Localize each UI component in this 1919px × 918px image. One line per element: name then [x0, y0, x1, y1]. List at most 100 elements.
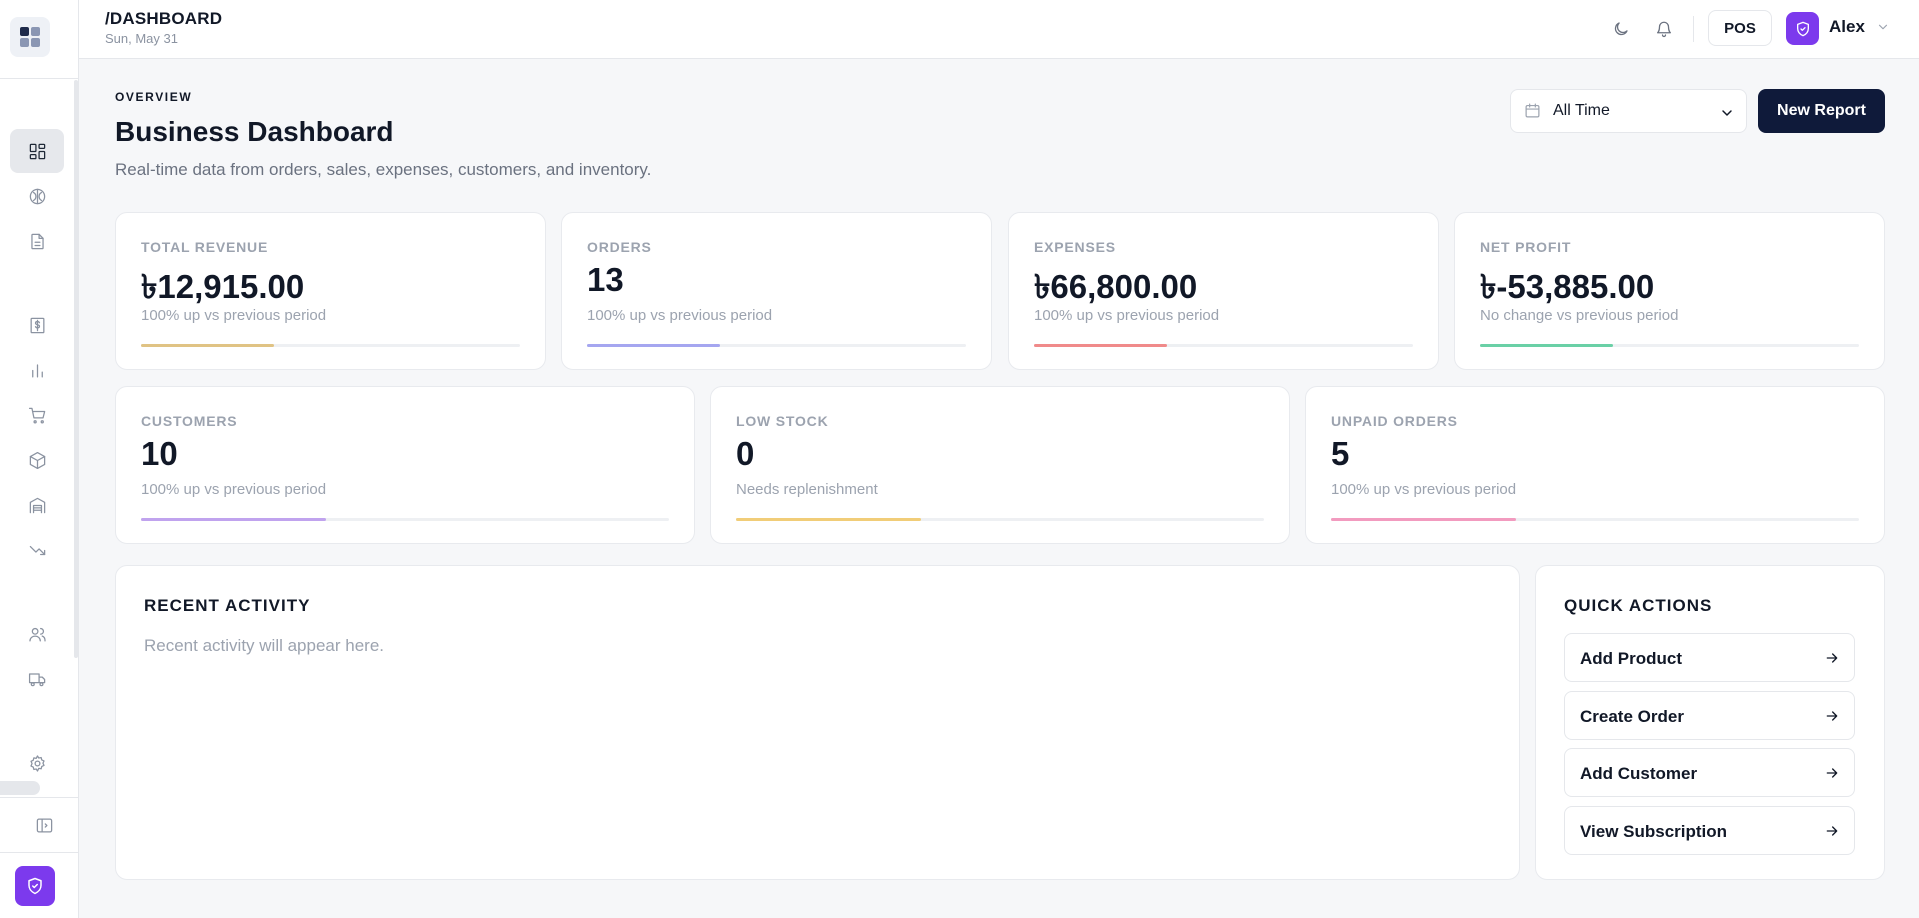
sidebar-divider-footer: [0, 852, 79, 853]
bar-chart-icon: [31, 363, 43, 377]
date-range-select[interactable]: All Time: [1510, 89, 1747, 133]
calendar-icon: [1524, 102, 1541, 124]
new-report-button[interactable]: New Report: [1758, 89, 1885, 133]
arrow-right-icon: [1824, 823, 1840, 844]
topbar: /DASHBOARD Sun, May 31 POS Alex: [79, 0, 1919, 59]
stat-note: 100% up vs previous period: [141, 481, 327, 498]
arrow-right-icon: [1824, 650, 1840, 671]
gear-icon: [29, 754, 45, 772]
quick-action-label: Add Customer: [1580, 764, 1698, 783]
trending-down-icon: [29, 545, 45, 555]
dark-mode-toggle[interactable]: [1608, 16, 1634, 42]
stat-card-net-profit: NET PROFIT ৳-53,885.00 No change vs prev…: [1454, 212, 1885, 370]
sidebar-item-warehouse[interactable]: [10, 483, 64, 527]
add-customer-button[interactable]: Add Customer: [1564, 748, 1855, 797]
stat-label: CUSTOMERS: [141, 413, 238, 429]
brain-icon: [29, 188, 45, 204]
page-subtitle: Real-time data from orders, sales, expen…: [115, 160, 652, 179]
sidebar-divider: [0, 78, 79, 79]
stat-progress: [141, 518, 669, 521]
stat-card-total-revenue: TOTAL REVENUE ৳12,915.00 100% up vs prev…: [115, 212, 546, 370]
sidebar-item-products[interactable]: [10, 438, 64, 482]
sidebar-item-suppliers[interactable]: [10, 657, 64, 701]
moon-icon: [1614, 22, 1628, 36]
user-name[interactable]: Alex: [1829, 17, 1865, 37]
stat-progress-fill: [1331, 518, 1516, 521]
sidebar-item-sales[interactable]: [10, 303, 64, 347]
recent-activity-title: RECENT ACTIVITY: [144, 596, 311, 615]
stat-label: LOW STOCK: [736, 413, 829, 429]
add-product-button[interactable]: Add Product: [1564, 633, 1855, 682]
sidebar-item-settings[interactable]: [10, 741, 64, 785]
stat-progress: [141, 344, 520, 347]
dashboard-icon: [29, 143, 45, 159]
quick-actions-panel: QUICK ACTIONS Add Product Create Order A…: [1535, 565, 1885, 880]
section-overline: OVERVIEW: [115, 90, 193, 104]
sidebar-item-customers[interactable]: [10, 612, 64, 656]
quick-action-label: Add Product: [1580, 649, 1682, 668]
sidebar-collapse-button[interactable]: [17, 803, 71, 847]
dollar-receipt-icon: [30, 317, 44, 333]
create-order-button[interactable]: Create Order: [1564, 691, 1855, 740]
chevron-down-icon: [1719, 105, 1735, 126]
sidebar-item-reports[interactable]: [10, 348, 64, 392]
sidebar-item-expenses[interactable]: [10, 528, 64, 572]
shield-icon: [28, 877, 42, 895]
arrow-right-icon: [1824, 708, 1840, 729]
shield-badge[interactable]: [15, 866, 55, 906]
topbar-divider: [1693, 16, 1694, 42]
stat-note: 100% up vs previous period: [1034, 307, 1220, 324]
recent-activity-empty: Recent activity will appear here.: [144, 636, 385, 655]
pos-button[interactable]: POS: [1708, 10, 1772, 46]
bell-icon: [1656, 21, 1672, 38]
avatar[interactable]: [1786, 12, 1819, 45]
page-title: Business Dashboard: [115, 116, 394, 147]
stat-progress: [736, 518, 1264, 521]
quick-action-label: Create Order: [1580, 707, 1684, 726]
truck-icon: [28, 672, 45, 686]
app-logo-icon[interactable]: [10, 17, 50, 57]
stat-value: 0: [736, 435, 755, 472]
stat-card-customers: CUSTOMERS 10 100% up vs previous period: [115, 386, 695, 544]
stat-note: No change vs previous period: [1480, 307, 1679, 324]
sidebar-item-dashboard[interactable]: [10, 129, 64, 173]
stat-label: EXPENSES: [1034, 239, 1116, 255]
sidebar-divider-bottom: [0, 797, 79, 798]
stat-label: UNPAID ORDERS: [1331, 413, 1458, 429]
stat-label: TOTAL REVENUE: [141, 239, 269, 255]
stat-label: ORDERS: [587, 239, 652, 255]
users-icon: [28, 627, 46, 641]
stat-progress-fill: [141, 518, 326, 521]
chevron-down-icon[interactable]: [1876, 20, 1890, 39]
stat-note: 100% up vs previous period: [587, 307, 773, 324]
stat-card-orders: ORDERS 13 100% up vs previous period: [561, 212, 992, 370]
notifications-button[interactable]: [1651, 16, 1677, 42]
stat-progress: [1480, 344, 1859, 347]
sidebar-item-orders[interactable]: [10, 393, 64, 437]
view-subscription-button[interactable]: View Subscription: [1564, 806, 1855, 855]
stat-progress-fill: [587, 344, 720, 347]
stat-label: NET PROFIT: [1480, 239, 1572, 255]
stat-note: 100% up vs previous period: [141, 307, 327, 324]
stat-progress-fill: [1480, 344, 1613, 347]
stat-progress: [587, 344, 966, 347]
date-range-value: All Time: [1553, 102, 1610, 119]
stat-progress-fill: [736, 518, 921, 521]
recent-activity-panel: RECENT ACTIVITY Recent activity will app…: [115, 565, 1520, 880]
sidebar-scrollbar[interactable]: [74, 80, 78, 658]
sidebar-item-documents[interactable]: [10, 219, 64, 263]
stat-note: Needs replenishment: [736, 481, 878, 498]
sidebar-item-insights[interactable]: [10, 174, 64, 218]
cart-icon: [28, 407, 45, 423]
current-date: Sun, May 31: [105, 31, 178, 46]
sidebar-collapse-icon: [36, 818, 52, 832]
stat-card-unpaid-orders: UNPAID ORDERS 5 100% up vs previous peri…: [1305, 386, 1885, 544]
package-icon: [29, 451, 45, 469]
shield-icon: [1796, 21, 1809, 36]
stat-value: 5: [1331, 435, 1350, 472]
stat-value: 13: [587, 261, 624, 298]
stat-progress: [1331, 518, 1859, 521]
breadcrumb: /DASHBOARD: [105, 9, 223, 28]
stat-progress-fill: [141, 344, 274, 347]
sidebar: [0, 0, 79, 918]
